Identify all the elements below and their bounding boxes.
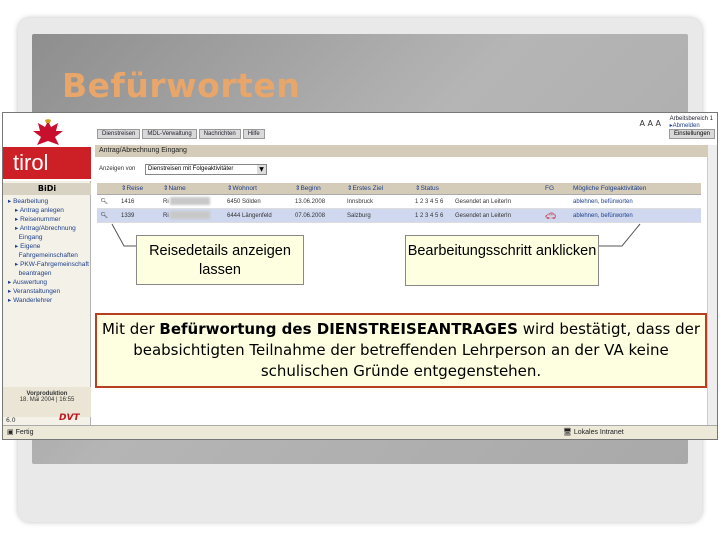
sidebar-item-eingang[interactable]: Eingang	[3, 233, 91, 242]
actions-link[interactable]: ablehnen, befürworten	[573, 209, 701, 222]
sidebar-item-eigene[interactable]: ▸ Eigene	[3, 242, 91, 251]
top-bar: Dienstreisen MDL-Verwaltung Nachrichten …	[93, 113, 717, 141]
cell-status-text: Gesendet an LeiterIn	[455, 213, 512, 219]
cell-fg	[545, 195, 573, 208]
module-title: BiDi	[3, 183, 91, 195]
col-header-actions: Mögliche Folgeaktivitäten	[573, 185, 647, 192]
status-text: Fertig	[15, 429, 34, 436]
cell-reise: 1339	[121, 213, 135, 219]
tab-dienstreisen[interactable]: Dienstreisen	[97, 129, 141, 139]
slide-title: Befürworten	[62, 66, 301, 105]
tab-mdl-verwaltung[interactable]: MDL-Verwaltung	[142, 129, 197, 139]
sidebar: tirol BiDi ▸ Bearbeitung ▸ Antrag anlege…	[3, 113, 91, 427]
sidebar-item-veranstaltungen[interactable]: ▸ Veranstaltungen	[3, 287, 91, 296]
col-header-wohnort[interactable]: ⇕Wohnort	[227, 183, 295, 194]
app-screenshot: tirol BiDi ▸ Bearbeitung ▸ Antrag anlege…	[2, 112, 718, 440]
sidebar-item-bearbeitung[interactable]: ▸ Bearbeitung	[3, 197, 91, 206]
font-size-controls[interactable]: A A A	[639, 119, 661, 128]
actions-link[interactable]: ablehnen, befürworten	[573, 195, 701, 208]
col-header-select	[97, 183, 121, 194]
sidebar-item-wanderlehrer[interactable]: ▸ Wanderlehrer	[3, 296, 91, 305]
note-text-pre: Mit der	[101, 320, 160, 338]
cell-status-steps: 1 2 3 4 5 6	[415, 213, 444, 219]
cell-status-steps: 1 2 3 4 5 6	[415, 199, 444, 205]
workarea-info: Arbeitsbereich 1 ▸Abmelden	[670, 116, 713, 129]
col-header-fg: FG	[545, 185, 555, 192]
callout-step: Bearbeitungsschritt anklicken	[405, 235, 599, 286]
sidebar-item-auswertung[interactable]: ▸ Auswertung	[3, 278, 91, 287]
cell-ziel: Salzburg	[347, 213, 371, 219]
sidebar-item-beantragen[interactable]: beantragen	[3, 269, 91, 278]
tab-nachrichten[interactable]: Nachrichten	[198, 129, 241, 139]
chevron-down-icon[interactable]: ▼	[257, 165, 266, 174]
redacted-name	[170, 197, 211, 206]
cell-name: Ri	[163, 209, 227, 222]
status-bar: ▣ Fertig 🖥︎ Lokales Intranet	[3, 425, 717, 439]
cell-wohnort: 6450 Sölden	[227, 199, 261, 205]
cell-status-text: Gesendet an LeiterIn	[455, 199, 512, 205]
cell-beginn: 13.06.2008	[295, 199, 326, 205]
callout-details: Reisedetails anzeigen lassen	[136, 235, 304, 285]
sidebar-item-reisenummer[interactable]: ▸ Reisenummer	[3, 215, 91, 224]
cell-reise: 1416	[121, 199, 135, 205]
car-icon: 🚗︎	[545, 211, 557, 221]
eagle-icon	[33, 119, 63, 145]
vendor-logo: DVT	[59, 413, 80, 423]
note-box: Mit der Befürwortung des DIENSTREISEANTR…	[95, 313, 707, 388]
tab-hilfe[interactable]: Hilfe	[242, 129, 265, 139]
cell-beginn: 07.06.2008	[295, 213, 326, 219]
sidebar-nav: ▸ Bearbeitung ▸ Antrag anlegen ▸ Reisenu…	[3, 197, 91, 305]
version-label: 6.0	[6, 417, 16, 424]
requests-table: ⇕Reise ⇕Name ⇕Wohnort ⇕Beginn ⇕Erstes Zi…	[97, 183, 701, 223]
sidebar-item-pkw-fahrgemeinschaft[interactable]: ▸ PKW-Fahrgemeinschaft	[3, 260, 91, 269]
filter-label: Anzeigen von	[99, 166, 136, 172]
details-icon[interactable]: 🔍︎	[97, 195, 121, 208]
production-date: 18. Mai 2004 | 16:55	[19, 397, 75, 403]
table-header: ⇕Reise ⇕Name ⇕Wohnort ⇕Beginn ⇕Erstes Zi…	[97, 183, 701, 195]
col-header-name[interactable]: ⇕Name	[163, 183, 227, 194]
table-row[interactable]: 🔍︎ 1416 Ri 6450 Sölden 13.06.2008 Innsbr…	[97, 195, 701, 209]
logo-area: tirol	[3, 113, 91, 181]
note-text-bold: Befürwortung des DIENSTREISEANTRAGES	[159, 320, 518, 338]
col-header-status[interactable]: ⇕Status	[415, 183, 455, 194]
vertical-scrollbar[interactable]	[707, 145, 717, 427]
logout-link[interactable]: ▸Abmelden	[670, 122, 713, 129]
tab-bar: Dienstreisen MDL-Verwaltung Nachrichten …	[97, 129, 265, 139]
details-icon[interactable]: 🔍︎	[97, 209, 121, 222]
cell-name: Ri	[163, 195, 227, 208]
sidebar-item-antrag-abrechnung[interactable]: ▸ Antrag/Abrechnung	[3, 224, 91, 233]
panel-title: Antrag/Abrechnung Eingang	[95, 145, 709, 157]
settings-button[interactable]: Einstellungen	[668, 129, 715, 139]
sidebar-item-antrag-anlegen[interactable]: ▸ Antrag anlegen	[3, 206, 91, 215]
redacted-name	[170, 211, 211, 220]
brand-logo: tirol	[3, 147, 91, 179]
col-header-ziel[interactable]: ⇕Erstes Ziel	[347, 183, 415, 194]
table-row[interactable]: 🔍︎ 1339 Ri 6444 Längenfeld 07.06.2008 Sa…	[97, 209, 701, 223]
cell-ziel: Innsbruck	[347, 199, 374, 205]
col-header-reise[interactable]: ⇕Reise	[121, 183, 163, 194]
filter-select[interactable]: Dienstreisen mit Folgeaktivitäter	[145, 164, 267, 175]
page-icon: ▣	[7, 429, 14, 436]
sidebar-item-fahrgemeinschaften[interactable]: Fahrgemeinschaften	[3, 251, 91, 260]
cell-wohnort: 6444 Längenfeld	[227, 213, 272, 219]
intranet-zone: 🖥︎ Lokales Intranet	[563, 429, 624, 436]
col-header-status-text	[455, 183, 545, 194]
col-header-beginn[interactable]: ⇕Beginn	[295, 183, 347, 194]
